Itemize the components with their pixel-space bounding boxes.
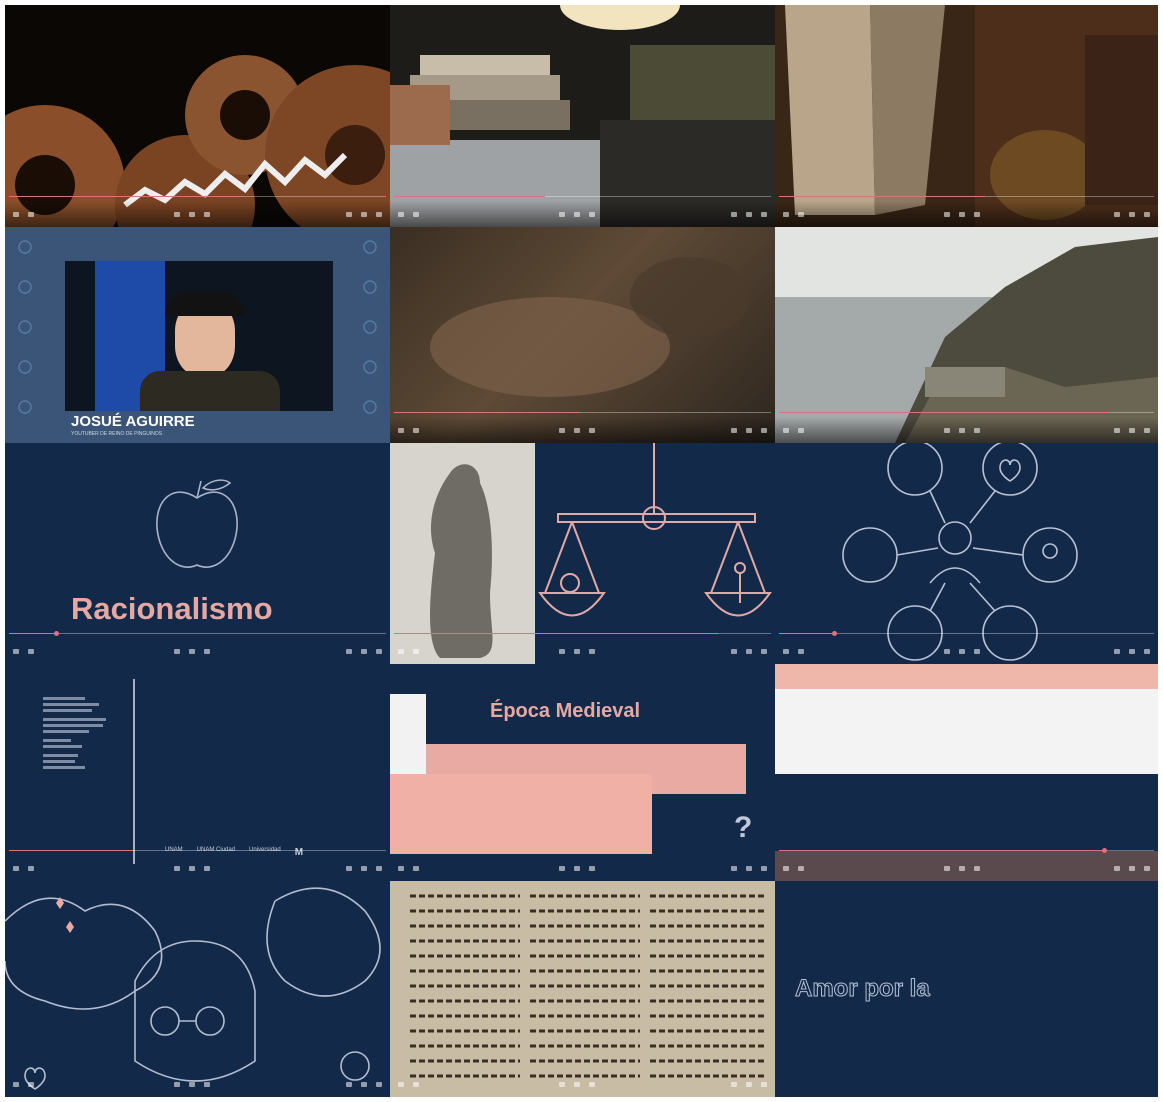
logos-row: UNAM UNAM Ciudad Universidad M bbox=[165, 847, 304, 858]
pink-band-bottom bbox=[390, 774, 652, 854]
thumbnail-presenter[interactable]: JOSUÉ AGUIRRE YOUTUBER DE REINO DE PINGU… bbox=[5, 227, 390, 443]
pink-strip bbox=[775, 664, 1158, 689]
slide-title: Racionalismo bbox=[71, 591, 273, 626]
thumbnail-epoca-medieval[interactable]: Época Medieval ? bbox=[390, 664, 775, 881]
old-book-image bbox=[775, 5, 1158, 227]
white-block bbox=[390, 694, 426, 774]
thumbnail-blurred-hand[interactable] bbox=[390, 227, 775, 443]
thumbnail-old-book[interactable] bbox=[775, 5, 1158, 227]
white-band bbox=[775, 689, 1158, 774]
apple-icon bbox=[156, 479, 238, 568]
thumbnail-manuscript[interactable] bbox=[390, 881, 775, 1097]
manuscript-image bbox=[410, 894, 765, 1078]
slide-title: Amor por la bbox=[795, 975, 931, 1003]
progress-fill bbox=[9, 196, 243, 197]
credits-text-block bbox=[43, 694, 113, 772]
presenter-subtitle: YOUTUBER DE REINO DE PINGUINOS bbox=[71, 431, 163, 437]
blurred-hand-image bbox=[430, 257, 750, 397]
thumbnail-coast-ruins[interactable] bbox=[775, 227, 1158, 443]
presenter-video-frame bbox=[65, 261, 333, 411]
thumbnail-person-connections[interactable] bbox=[775, 443, 1158, 664]
thumbnail-gears[interactable] bbox=[5, 5, 390, 227]
video-thumbnail-grid: JOSUÉ AGUIRRE YOUTUBER DE REINO DE PINGU… bbox=[5, 5, 1158, 1097]
thumbnail-white-band[interactable] bbox=[775, 664, 1158, 881]
thinking-person-illustration bbox=[5, 887, 381, 1090]
thumbnail-philosopher-scale[interactable] bbox=[390, 443, 775, 664]
desk-books-image bbox=[390, 5, 775, 227]
playback-controls[interactable] bbox=[13, 212, 34, 217]
thumbnail-credits[interactable]: UNAM UNAM Ciudad Universidad M bbox=[5, 664, 390, 881]
presenter-name: JOSUÉ AGUIRRE bbox=[71, 413, 195, 430]
philosopher-scale-illustration bbox=[390, 443, 772, 664]
question-mark-icon: ? bbox=[734, 811, 753, 844]
nav-controls[interactable] bbox=[174, 212, 211, 217]
thumbnail-amor[interactable]: Amor por la bbox=[775, 881, 1158, 1097]
gears-image bbox=[5, 55, 390, 227]
thumbnail-thinking-person[interactable] bbox=[5, 881, 390, 1097]
settings-controls[interactable] bbox=[346, 212, 382, 217]
thumbnail-racionalismo[interactable]: Racionalismo bbox=[5, 443, 390, 664]
slide-title: Época Medieval bbox=[490, 700, 641, 722]
vertical-divider bbox=[133, 679, 135, 864]
coast-image bbox=[775, 227, 1158, 443]
thumbnail-desk-books[interactable] bbox=[390, 5, 775, 227]
